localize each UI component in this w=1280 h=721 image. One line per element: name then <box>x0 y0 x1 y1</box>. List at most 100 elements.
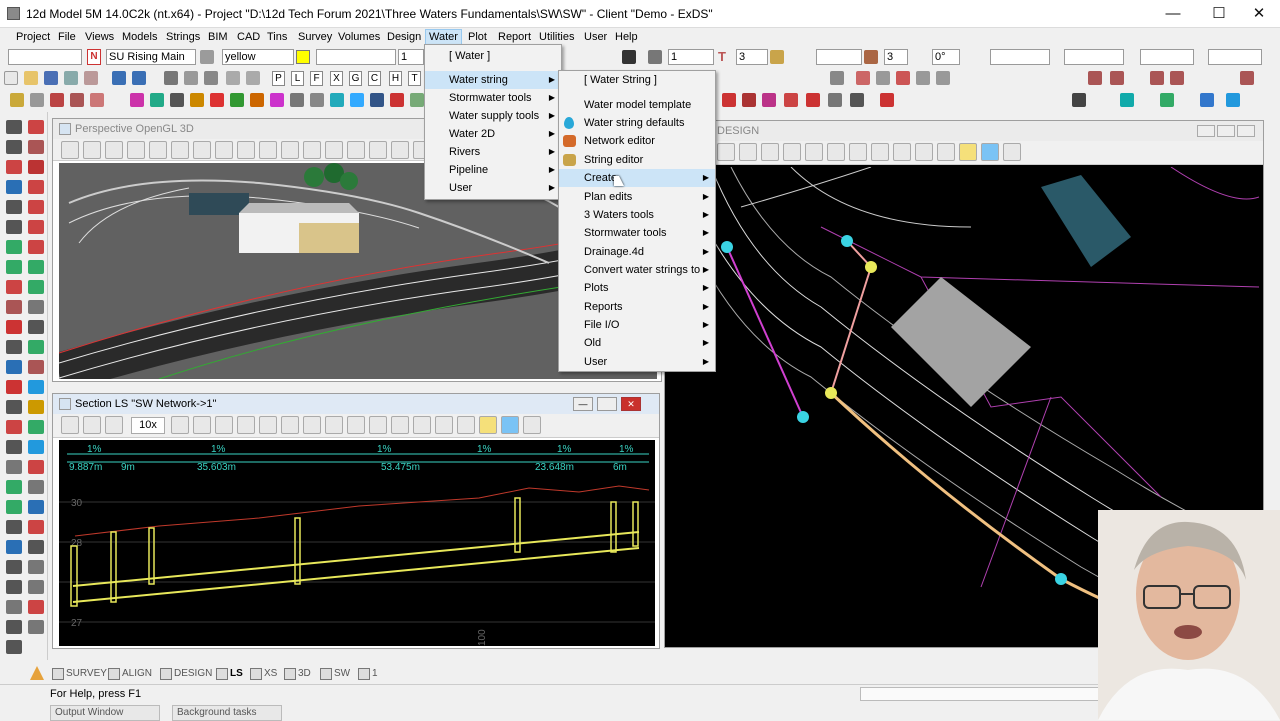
menu-item-rivers[interactable]: Rivers ▶ <box>425 143 561 161</box>
snap-f-button[interactable]: F <box>310 71 323 86</box>
zoom-plus-icon[interactable] <box>171 141 189 159</box>
menu-design[interactable]: Design <box>386 30 422 44</box>
tool-view-icon[interactable] <box>6 340 22 354</box>
tool-g-icon[interactable] <box>1240 71 1254 85</box>
tab-sw[interactable]: SW <box>318 666 350 682</box>
menu-survey[interactable]: Survey <box>297 30 333 44</box>
section-close-button[interactable]: ✕ <box>621 397 641 411</box>
section-pan-icon[interactable] <box>237 416 255 434</box>
tool-f-icon[interactable] <box>1170 71 1184 85</box>
tool-slant-icon[interactable] <box>6 620 22 634</box>
tool-curve-icon[interactable] <box>6 200 22 214</box>
tool-s-icon[interactable] <box>6 500 22 514</box>
text-height-field[interactable]: 3 <box>736 49 768 65</box>
menu-tins[interactable]: Tins <box>266 30 288 44</box>
snap-g-button[interactable]: G <box>349 71 362 86</box>
lamp-icon[interactable] <box>325 141 343 159</box>
menu-item-convert-water-strings[interactable]: Convert water strings to ▶ <box>559 261 715 279</box>
tab-align[interactable]: ALIGN <box>106 666 152 682</box>
tool-d-icon[interactable] <box>1110 71 1124 85</box>
plan-minimize-button[interactable] <box>1197 125 1215 137</box>
angle-count-field[interactable]: 3 <box>884 49 908 65</box>
house-icon[interactable] <box>1160 93 1174 107</box>
tool-drop-icon[interactable] <box>28 380 44 394</box>
open-icon[interactable] <box>24 71 38 85</box>
snap-l-button[interactable]: L <box>291 71 304 86</box>
tool-poly-icon[interactable] <box>28 180 44 194</box>
wheel-icon[interactable] <box>369 141 387 159</box>
link-icon[interactable] <box>310 93 324 107</box>
clock-icon[interactable] <box>370 93 384 107</box>
section-zoom-minus-icon[interactable] <box>325 416 343 434</box>
combo-4[interactable] <box>1208 49 1262 65</box>
tools-icon[interactable] <box>391 141 409 159</box>
tool-tag-icon[interactable] <box>6 420 22 434</box>
tool-lines-icon[interactable] <box>28 320 44 334</box>
plan-star2-icon[interactable] <box>981 143 999 161</box>
section-print-icon[interactable] <box>413 416 431 434</box>
save-icon[interactable] <box>44 71 58 85</box>
tool-grey-icon[interactable] <box>28 620 44 634</box>
output-window-tab[interactable]: Output Window <box>50 705 160 721</box>
tool-zag-icon[interactable] <box>28 520 44 534</box>
tab-ls[interactable]: LS <box>214 666 243 682</box>
section-left-icon[interactable] <box>193 416 211 434</box>
menu-item-string-editor[interactable]: String editor <box>559 151 715 169</box>
plan-paint-icon[interactable] <box>871 143 889 161</box>
menu-item-create[interactable]: Create ▶ <box>559 169 715 187</box>
exaggeration-field[interactable]: 10x <box>131 417 165 434</box>
zoom-out-icon[interactable] <box>105 141 123 159</box>
tab-design[interactable]: DESIGN <box>158 666 212 682</box>
tree-icon[interactable] <box>410 93 424 107</box>
menu-report[interactable]: Report <box>497 30 532 44</box>
tab-1[interactable]: 1 <box>356 666 378 682</box>
menu-item-water-2d[interactable]: Water 2D ▶ <box>425 125 561 143</box>
tool-meter-icon[interactable] <box>6 580 22 594</box>
menu-item-3-waters-tools[interactable]: 3 Waters tools ▶ <box>559 206 715 224</box>
measure-icon[interactable] <box>876 71 890 85</box>
tool-blue-icon[interactable] <box>6 540 22 554</box>
tool-a-icon[interactable] <box>916 71 930 85</box>
section-restore-button[interactable] <box>597 397 617 411</box>
pan-icon[interactable] <box>149 141 167 159</box>
rotate-icon[interactable] <box>864 50 878 64</box>
menu-item-water-string[interactable]: Water string ▶ <box>425 71 561 89</box>
plan-heart-icon[interactable] <box>761 143 779 161</box>
menu-item-network-editor[interactable]: Network editor <box>559 132 715 150</box>
tool-tree-icon[interactable] <box>6 260 22 274</box>
tool-table-icon[interactable] <box>6 320 22 334</box>
style-field[interactable] <box>316 49 396 65</box>
tab-3d[interactable]: 3D <box>282 666 311 682</box>
walk-icon[interactable] <box>281 141 299 159</box>
plan-tools-icon[interactable] <box>849 143 867 161</box>
plan-star-icon[interactable] <box>959 143 977 161</box>
menu-item-old[interactable]: Old ▶ <box>559 334 715 352</box>
tool-water-icon[interactable] <box>28 440 44 454</box>
edit-icon[interactable] <box>204 71 218 85</box>
rect-icon[interactable] <box>880 93 894 107</box>
menu-item-water-supply-tools[interactable]: Water supply tools ▶ <box>425 107 561 125</box>
menu-item-file-io[interactable]: File I/O ▶ <box>559 316 715 334</box>
section-zoom-fit-icon[interactable] <box>347 416 365 434</box>
redo-icon[interactable] <box>132 71 146 85</box>
minimize-button[interactable]: — <box>1150 0 1196 28</box>
zoom-fit-icon[interactable] <box>215 141 233 159</box>
tool-cut-icon[interactable] <box>28 360 44 374</box>
section-zoom-plus-icon[interactable] <box>259 416 277 434</box>
menu-item-stormwater-tools-sub[interactable]: Stormwater tools ▶ <box>559 224 715 242</box>
menu-cad[interactable]: CAD <box>236 30 261 44</box>
offset-field[interactable] <box>816 49 862 65</box>
string-icon[interactable] <box>184 71 198 85</box>
tool-brush-icon[interactable] <box>6 240 22 254</box>
tool-arc-icon[interactable] <box>28 120 44 134</box>
tool-circle-icon[interactable] <box>6 180 22 194</box>
plan-print-icon[interactable] <box>893 143 911 161</box>
tool-rule-icon[interactable] <box>28 460 44 474</box>
rotate-icon[interactable] <box>237 141 255 159</box>
globe-icon[interactable] <box>150 93 164 107</box>
tool-rect-icon[interactable] <box>6 220 22 234</box>
name-field[interactable] <box>8 49 82 65</box>
select-icon[interactable] <box>164 71 178 85</box>
tool-map-icon[interactable] <box>28 340 44 354</box>
lines-icon[interactable] <box>742 93 756 107</box>
